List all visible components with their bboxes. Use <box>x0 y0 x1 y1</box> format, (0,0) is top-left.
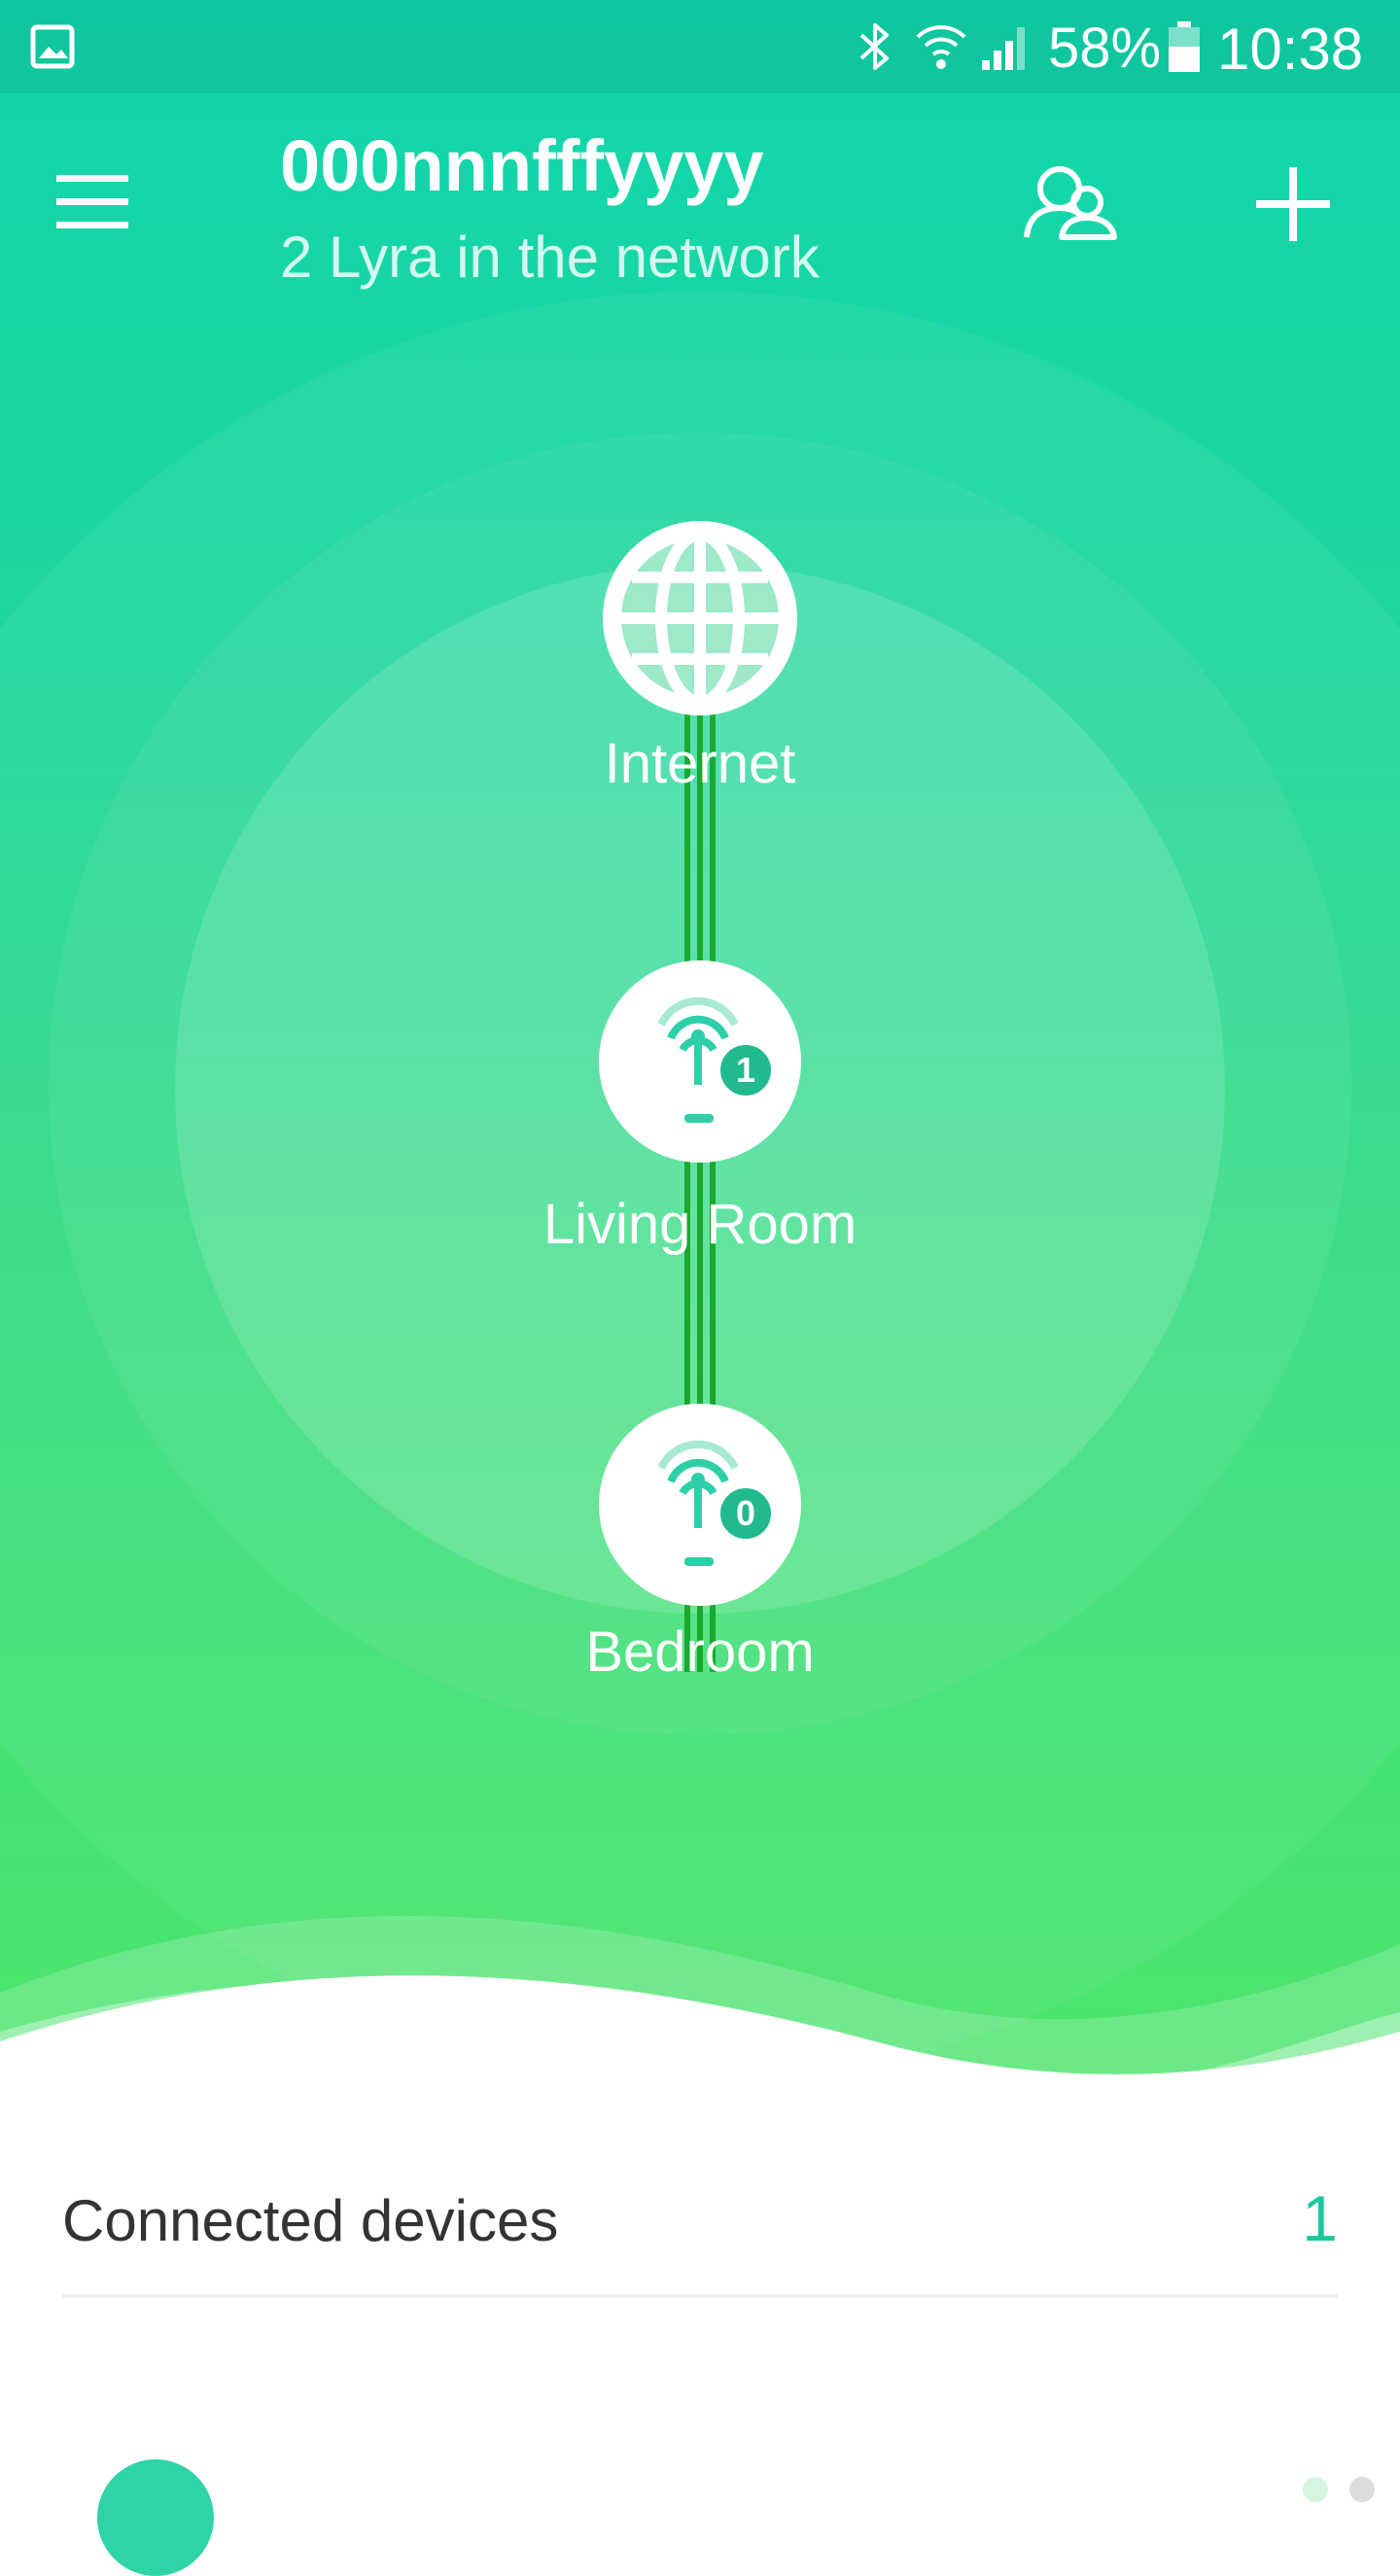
wifi-icon <box>916 25 966 69</box>
page-dot-active <box>1303 2477 1328 2502</box>
bedroom-label: Bedroom <box>585 1620 815 1684</box>
connected-devices-label: Connected devices <box>62 2188 559 2253</box>
globe-icon <box>603 521 797 715</box>
device-avatar <box>97 2459 214 2576</box>
gallery-icon <box>30 24 75 69</box>
page-dot <box>1349 2477 1375 2502</box>
client-count-badge: 0 <box>716 1483 776 1544</box>
battery-percent: 58% <box>1048 17 1162 80</box>
signal-icon <box>982 27 1025 70</box>
living-room-label: Living Room <box>542 1193 858 1256</box>
users-icon[interactable] <box>1023 161 1120 243</box>
bluetooth-icon <box>859 23 889 70</box>
connected-devices-row[interactable]: Connected devices 1 <box>62 2158 1338 2298</box>
internet-label: Internet <box>604 732 796 795</box>
client-count-badge: 1 <box>716 1040 776 1100</box>
bedroom-node[interactable]: 0 <box>599 1404 801 1606</box>
wave-divider <box>0 1915 1400 2139</box>
connected-devices-count: 1 <box>1302 2182 1338 2254</box>
network-hero: 58% 10:38 000nnnfffyyyy 2 Lyra in the ne… <box>0 0 1400 2139</box>
network-name: 000nnnfffyyyy <box>280 125 764 206</box>
menu-icon[interactable] <box>54 173 132 231</box>
internet-node[interactable] <box>599 517 801 719</box>
battery-icon <box>1169 21 1200 72</box>
clock: 10:38 <box>1217 17 1364 82</box>
living-room-node[interactable]: 1 <box>599 960 801 1163</box>
network-summary: 2 Lyra in the network <box>280 225 820 290</box>
status-bar: 58% 10:38 <box>0 0 1400 93</box>
add-icon[interactable] <box>1254 165 1332 243</box>
